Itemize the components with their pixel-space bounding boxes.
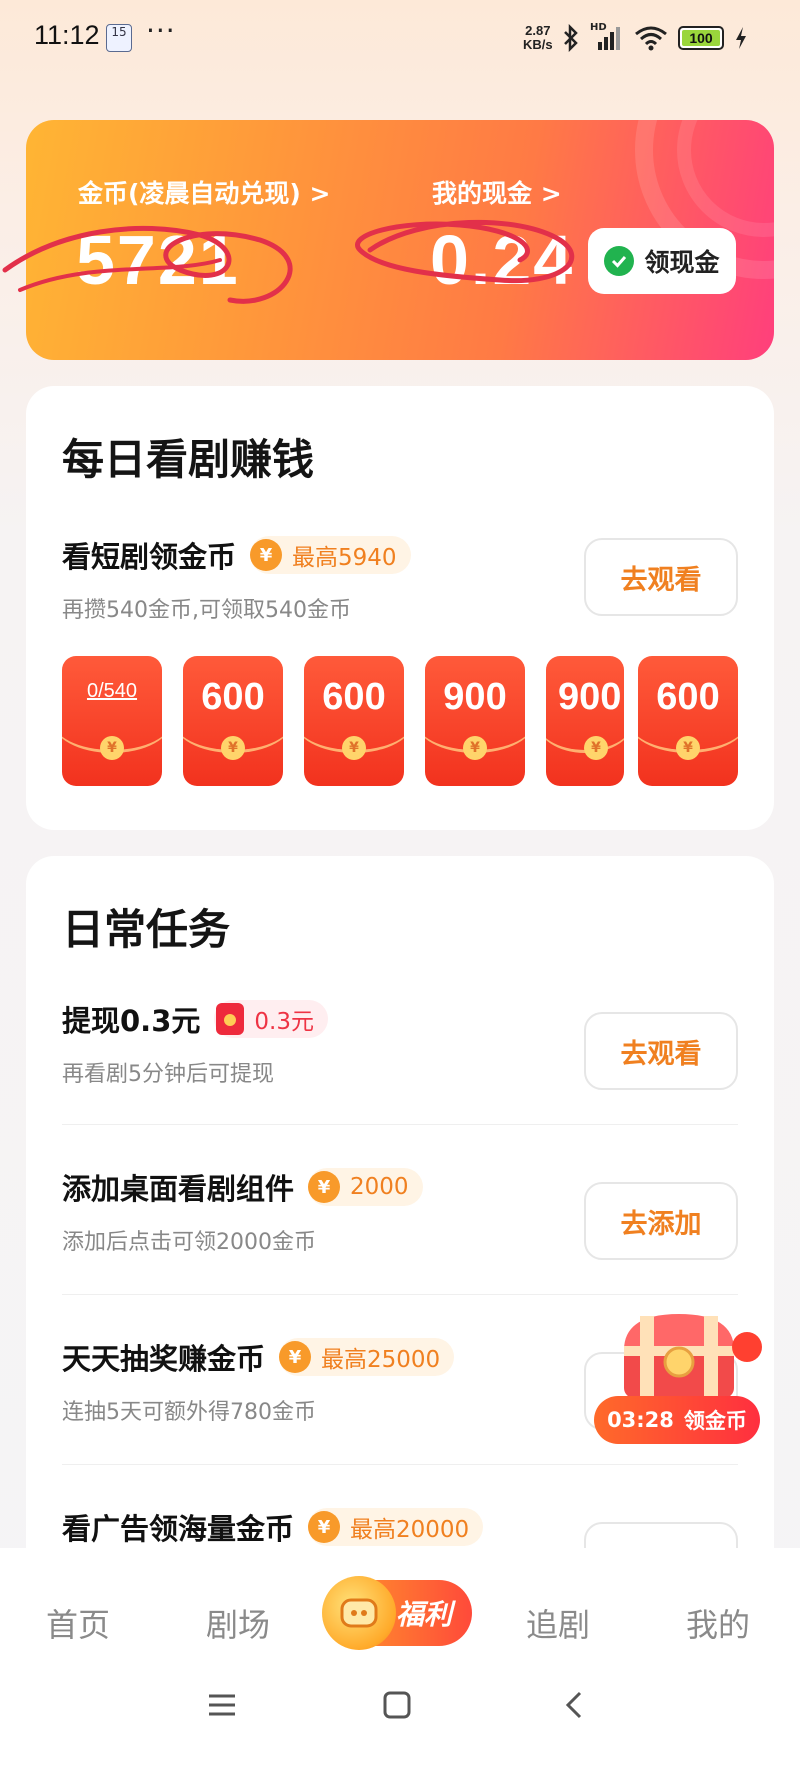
status-icons: HD 100 [562, 22, 748, 54]
tab-theater[interactable]: 剧场 [206, 1600, 270, 1646]
envelope-seal-icon: ¥ [100, 736, 124, 760]
bluetooth-icon [564, 24, 578, 52]
tab-following[interactable]: 追剧 [526, 1600, 590, 1646]
envelope-seal-icon: ¥ [463, 736, 487, 760]
battery-level: 100 [682, 30, 720, 46]
divider [62, 1464, 738, 1465]
welfare-icon [322, 1576, 396, 1650]
reward-envelopes: 0/540 ¥ 600 ¥ 600 ¥ 900 ¥ 900 ¥ 600 ¥ [62, 656, 738, 786]
daily-watch-card: 每日看剧赚钱 看短剧领金币 ¥ 最高5940 再攒540金币,可领取540金币 去… [26, 386, 774, 830]
more-notifications-icon: ··· [146, 14, 176, 47]
home-nav-icon[interactable] [382, 1690, 412, 1720]
reward-envelope[interactable]: 900 ¥ [546, 656, 624, 786]
task-title: 提现0.3元 [62, 1004, 201, 1038]
envelope-amount: 900 [443, 676, 507, 718]
watch-drama-badge: ¥ 最高5940 [250, 536, 411, 574]
chest-notification-dot [732, 1332, 762, 1362]
task-badge-text: 2000 [350, 1174, 409, 1200]
claim-cash-button[interactable]: 领现金 [588, 228, 736, 294]
treasure-chest-icon [624, 1314, 734, 1398]
envelope-seal-icon: ¥ [676, 736, 700, 760]
wifi-icon [635, 26, 667, 51]
envelope-amount: 0/540 [86, 680, 138, 702]
bottom-tab-bar: 首页 剧场 福利 追剧 我的 [0, 1548, 800, 1778]
envelope-seal-icon: ¥ [221, 736, 245, 760]
watch-drama-title: 看短剧领金币 [62, 540, 237, 574]
envelope-amount: 600 [201, 676, 265, 718]
status-time: 11:12 [34, 20, 100, 50]
task-action-button[interactable]: 去添加 [584, 1182, 738, 1260]
daily-tasks-title: 日常任务 [62, 905, 231, 954]
cellular-signal-icon: HD [590, 22, 624, 52]
calendar-icon: 15 [106, 24, 132, 52]
coin-icon: ¥ [308, 1511, 341, 1543]
reward-envelope[interactable]: 600 ¥ [304, 656, 404, 786]
battery-icon: 100 [678, 26, 724, 50]
cash-value: 0.24 [430, 221, 575, 299]
coin-icon: ¥ [279, 1341, 312, 1373]
daily-watch-title: 每日看剧赚钱 [62, 435, 315, 484]
reward-envelope[interactable]: 0/540 ¥ [62, 656, 162, 786]
coin-icon: ¥ [308, 1171, 341, 1203]
network-speed-value: 2.87 [525, 23, 551, 38]
signal-hd-label: HD [590, 22, 607, 33]
red-envelope-icon [216, 1003, 245, 1035]
coin-icon: ¥ [250, 539, 283, 571]
task-badge-text: 0.3元 [254, 1009, 314, 1035]
network-speed: 2.87 KB/s [523, 24, 553, 52]
tab-welfare-label: 福利 [395, 1598, 452, 1631]
divider [62, 1294, 738, 1295]
envelope-amount: 900 [558, 676, 622, 718]
task-badge: ¥2000 [308, 1168, 423, 1206]
watch-drama-button[interactable]: 去观看 [584, 538, 738, 616]
wallet-card: 金币(凌晨自动兑现) > 5721 我的现金 > 0.24 领现金 [26, 120, 774, 360]
divider [62, 1124, 738, 1125]
calendar-day: 15 [111, 25, 127, 39]
tab-home[interactable]: 首页 [46, 1600, 110, 1646]
task-badge: ¥ 最高20000 [308, 1508, 484, 1546]
task-badge-text: 最高25000 [321, 1347, 441, 1373]
wechat-icon [604, 246, 635, 276]
chest-timer-pill[interactable]: 03:28 领金币 [594, 1396, 760, 1444]
task-title: 天天抽奖赚金币 [62, 1342, 266, 1376]
tab-welfare[interactable]: 福利 [322, 1576, 472, 1650]
watch-drama-badge-text: 最高5940 [292, 545, 397, 571]
network-speed-unit: KB/s [523, 37, 553, 52]
task-badge: ¥ 最高25000 [279, 1338, 455, 1376]
envelope-seal-icon: ¥ [584, 736, 608, 760]
status-bar: 11:12 15 ··· 2.87 KB/s HD 100 [0, 0, 800, 76]
cash-link[interactable]: 我的现金 > [432, 174, 562, 210]
task-badge-text: 最高20000 [350, 1517, 470, 1543]
envelope-amount: 600 [322, 676, 386, 718]
reward-envelope[interactable]: 900 ¥ [425, 656, 525, 786]
claim-cash-label: 领现金 [644, 248, 720, 277]
envelope-amount: 600 [656, 676, 720, 718]
treasure-chest-widget[interactable]: 03:28 领金币 [594, 1310, 764, 1445]
reward-envelope[interactable]: 600 ¥ [183, 656, 283, 786]
coins-link[interactable]: 金币(凌晨自动兑现) > [78, 174, 331, 210]
coins-value: 5721 [76, 221, 240, 299]
tab-me[interactable]: 我的 [686, 1600, 750, 1646]
charging-icon [736, 27, 746, 49]
daily-tasks-card: 日常任务 提现0.3元 0.3元 再看剧5分钟后可提现 去观看 添加桌面看剧组件… [26, 856, 774, 1576]
reward-envelope[interactable]: 600 ¥ [638, 656, 738, 786]
task-title: 添加桌面看剧组件 [62, 1172, 295, 1206]
envelope-seal-icon: ¥ [342, 736, 366, 760]
task-badge: 0.3元 [214, 1000, 328, 1038]
task-title: 看广告领海量金币 [62, 1512, 295, 1546]
chest-label: 领金币 [683, 1409, 747, 1433]
chest-timer: 03:28 [607, 1408, 674, 1432]
menu-nav-icon[interactable] [207, 1690, 237, 1720]
task-action-button[interactable]: 去观看 [584, 1012, 738, 1090]
back-nav-icon[interactable] [560, 1690, 590, 1720]
